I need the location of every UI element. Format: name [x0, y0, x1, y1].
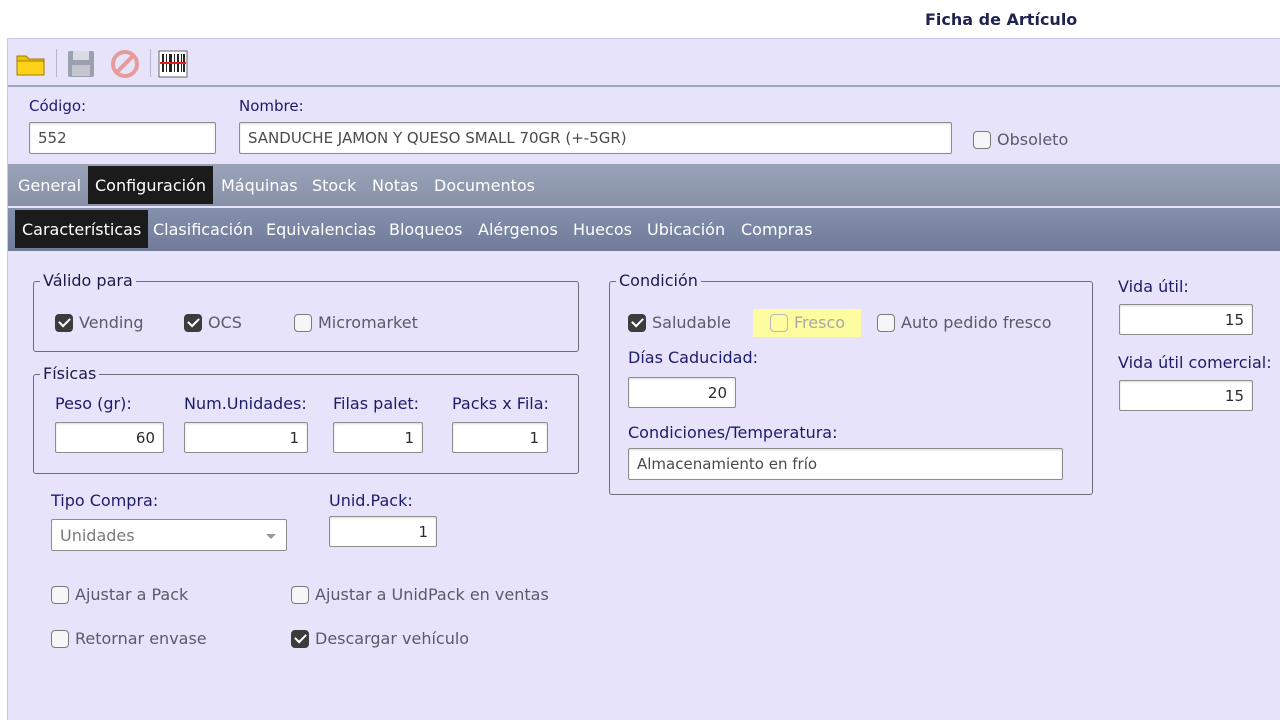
checkbox-box	[291, 585, 309, 604]
tipo-compra-label: Tipo Compra:	[51, 491, 159, 510]
saludable-label: Saludable	[652, 313, 731, 332]
condiciones-temperatura-label: Condiciones/Temperatura:	[628, 423, 838, 442]
codigo-input[interactable]: 552	[29, 122, 216, 154]
vida-util-input[interactable]: 15	[1119, 304, 1253, 335]
vida-util-comercial-label: Vida útil comercial:	[1118, 353, 1272, 372]
tab-huecos[interactable]: Huecos	[566, 210, 639, 248]
ajustar-pack-label: Ajustar a Pack	[75, 585, 189, 604]
cancel-icon	[111, 50, 139, 78]
condicion-group: Condición Saludable Fresco Auto pedido f…	[609, 271, 1093, 495]
checkbox-box	[294, 313, 312, 332]
checkbox-box	[628, 313, 646, 332]
num-unidades-label: Num.Unidades:	[184, 394, 307, 413]
toolbar-separator	[150, 49, 151, 77]
checkbox-box	[770, 313, 788, 332]
cancel-button[interactable]	[108, 48, 142, 80]
barcode-icon	[158, 50, 188, 78]
ajustar-unidpack-label: Ajustar a UnidPack en ventas	[315, 585, 549, 604]
tab-general[interactable]: General	[11, 166, 88, 204]
article-form: Código: 552 Nombre: SANDUCHE JAMON Y QUE…	[7, 38, 1280, 720]
toolbar	[8, 39, 1280, 87]
tab-clasificacion[interactable]: Clasificación	[146, 210, 260, 248]
tab-ubicacion[interactable]: Ubicación	[640, 210, 732, 248]
nombre-label: Nombre:	[239, 97, 304, 115]
fresco-label: Fresco	[794, 313, 846, 332]
packs-x-fila-label: Packs x Fila:	[452, 394, 549, 413]
fresco-checkbox[interactable]: Fresco	[770, 313, 845, 332]
nombre-input[interactable]: SANDUCHE JAMON Y QUESO SMALL 70GR (+-5GR…	[239, 122, 952, 154]
condiciones-temperatura-input[interactable]: Almacenamiento en frío	[628, 448, 1063, 480]
filas-palet-input[interactable]: 1	[333, 422, 423, 453]
obsoleto-label: Obsoleto	[997, 130, 1069, 149]
auto-pedido-fresco-checkbox[interactable]: Auto pedido fresco	[877, 313, 1052, 332]
open-button[interactable]	[14, 48, 48, 80]
descargar-vehiculo-label: Descargar vehículo	[315, 629, 470, 648]
filas-palet-label: Filas palet:	[333, 394, 420, 413]
vida-util-comercial-input[interactable]: 15	[1119, 380, 1253, 411]
ajustar-unidpack-checkbox[interactable]: Ajustar a UnidPack en ventas	[291, 585, 549, 604]
vending-label: Vending	[79, 313, 144, 332]
tab-notas[interactable]: Notas	[365, 166, 425, 204]
peso-label: Peso (gr):	[55, 394, 132, 413]
checkbox-box	[291, 629, 309, 648]
tab-maquinas[interactable]: Máquinas	[214, 166, 305, 204]
checkbox-box	[184, 313, 202, 332]
obsoleto-checkbox[interactable]: Obsoleto	[973, 130, 1068, 149]
micromarket-label: Micromarket	[318, 313, 418, 332]
main-tab-bar: General Configuración Máquinas Stock Not…	[8, 164, 1280, 206]
tab-compras[interactable]: Compras	[734, 210, 819, 248]
save-button[interactable]	[64, 48, 98, 80]
tab-equivalencias[interactable]: Equivalencias	[259, 210, 383, 248]
unid-pack-input[interactable]: 1	[329, 516, 437, 547]
codigo-label: Código:	[29, 97, 87, 115]
unid-pack-label: Unid.Pack:	[329, 491, 413, 510]
retornar-envase-label: Retornar envase	[75, 629, 207, 648]
dias-caducidad-label: Días Caducidad:	[628, 348, 759, 367]
auto-pedido-fresco-label: Auto pedido fresco	[901, 313, 1052, 332]
tipo-compra-value: Unidades	[60, 525, 135, 545]
tab-bloqueos[interactable]: Bloqueos	[382, 210, 469, 248]
peso-input[interactable]: 60	[55, 422, 164, 453]
dias-caducidad-input[interactable]: 20	[628, 377, 736, 408]
tab-configuracion[interactable]: Configuración	[88, 166, 214, 204]
ocs-label: OCS	[208, 313, 242, 332]
micromarket-checkbox[interactable]: Micromarket	[294, 313, 418, 332]
checkbox-box	[51, 629, 69, 648]
ocs-checkbox[interactable]: OCS	[184, 313, 242, 332]
fisicas-group: Físicas Peso (gr): 60 Num.Unidades: 1 Fi…	[33, 364, 579, 474]
fisicas-legend: Físicas	[40, 364, 100, 383]
num-unidades-input[interactable]: 1	[184, 422, 308, 453]
vida-util-label: Vida útil:	[1118, 277, 1189, 296]
saludable-checkbox[interactable]: Saludable	[628, 313, 731, 332]
retornar-envase-checkbox[interactable]: Retornar envase	[51, 629, 207, 648]
vending-checkbox[interactable]: Vending	[55, 313, 144, 332]
folder-icon	[16, 55, 45, 76]
tab-alergenos[interactable]: Alérgenos	[471, 210, 565, 248]
valido-para-group: Válido para Vending OCS Micromarket	[33, 271, 579, 352]
tab-stock[interactable]: Stock	[305, 166, 363, 204]
tab-documentos[interactable]: Documentos	[427, 166, 542, 204]
checkbox-box	[973, 130, 991, 149]
checkbox-box	[877, 313, 895, 332]
ajustar-pack-checkbox[interactable]: Ajustar a Pack	[51, 585, 188, 604]
floppy-disk-icon	[68, 51, 94, 77]
title-bar: Ficha de Artículo	[0, 0, 1280, 38]
barcode-button[interactable]	[156, 48, 190, 80]
sub-tab-bar: Características Clasificación Equivalenc…	[8, 208, 1280, 251]
toolbar-separator	[56, 49, 57, 77]
checkbox-box	[55, 313, 73, 332]
condicion-legend: Condición	[616, 271, 701, 290]
packs-x-fila-input[interactable]: 1	[452, 422, 548, 453]
valido-para-legend: Válido para	[40, 271, 136, 290]
window-title: Ficha de Artículo	[925, 10, 1078, 29]
tipo-compra-select[interactable]: Unidades	[51, 519, 287, 551]
checkbox-box	[51, 585, 69, 604]
tab-caracteristicas[interactable]: Características	[15, 210, 149, 248]
descargar-vehiculo-checkbox[interactable]: Descargar vehículo	[291, 629, 469, 648]
chevron-down-icon	[266, 534, 276, 539]
